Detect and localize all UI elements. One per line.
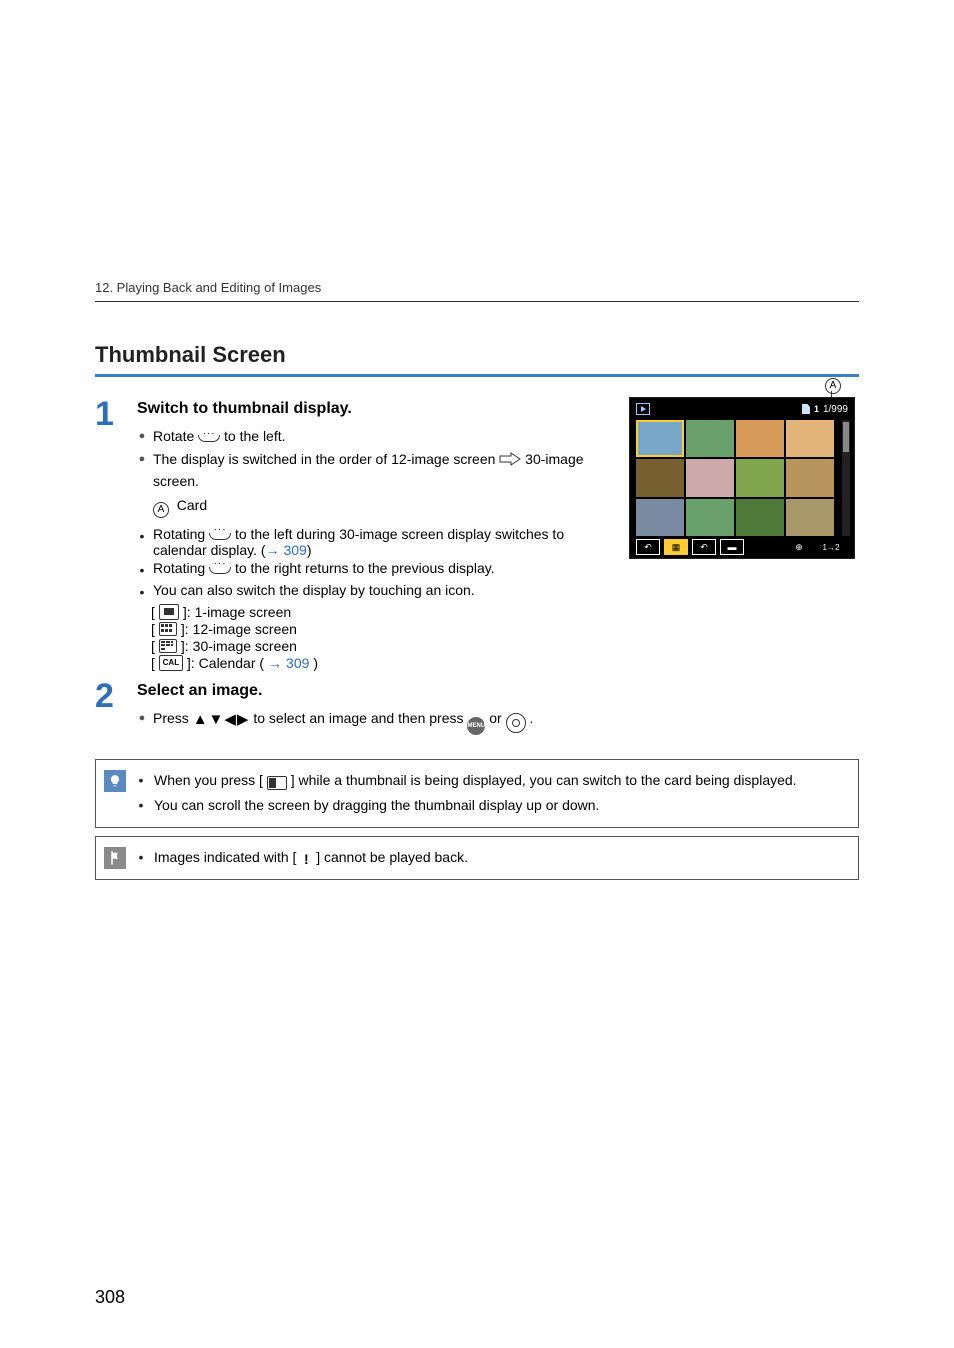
section-title: Thumbnail Screen	[95, 342, 859, 377]
icon-label: 1-image screen	[195, 604, 292, 620]
bullet-icon	[137, 708, 147, 735]
card-slot-switch-icon	[267, 776, 287, 790]
text-fragment: )	[307, 542, 312, 558]
step-number-1: 1	[95, 397, 119, 520]
icon-1-image-row: []: 1-image screen	[151, 604, 611, 620]
text-fragment: Rotating	[153, 526, 209, 542]
return-icon: ↶	[636, 539, 660, 555]
playback-mode-icon	[636, 403, 650, 415]
link-page-309[interactable]: 309	[283, 542, 306, 558]
bullet-icon	[136, 795, 146, 817]
link-page-309[interactable]: 309	[286, 655, 309, 671]
text-fragment: to the right returns to the previous dis…	[235, 560, 495, 576]
icon-label: 30-image screen	[193, 638, 297, 654]
caution-note-box: Images indicated with [ ] cannot be play…	[95, 836, 859, 880]
arrow-right-outline-icon	[499, 451, 521, 465]
callout-marker-a: A	[825, 375, 841, 394]
bullet-icon	[137, 560, 147, 580]
step-1: 1 Switch to thumbnail display. Rotate to…	[95, 397, 611, 520]
step1-note-calendar: Rotating to the left during 30-image scr…	[153, 526, 611, 558]
bullet-icon	[137, 449, 147, 492]
menu-set-button-icon: MENU	[467, 717, 485, 735]
sd-card-icon	[802, 404, 810, 414]
chapter-heading: 12. Playing Back and Editing of Images	[95, 280, 859, 302]
marker-a-icon: A	[153, 502, 169, 518]
text-fragment: ] while a thumbnail is being displayed, …	[291, 772, 797, 788]
text-fragment: Rotate	[153, 428, 198, 444]
counter-text: 1/999	[823, 404, 848, 415]
step1-rotate-text: Rotate to the left.	[153, 426, 286, 448]
camera-lcd-illustration: 1 1/999 ↶ ▦ ↶ ▬	[629, 397, 855, 559]
bullet-icon	[137, 426, 147, 448]
link-arrow-icon: →	[266, 542, 284, 558]
page-number: 308	[95, 1287, 125, 1308]
thumbnail-grid	[636, 420, 834, 536]
text-or: or	[489, 710, 505, 726]
tip-note-box: When you press [ ] while a thumbnail is …	[95, 759, 859, 828]
grid-view-icon: ▦	[664, 539, 688, 555]
single-view-icon: ▬	[720, 539, 744, 555]
step1-note-right: Rotating to the right returns to the pre…	[153, 560, 495, 580]
return-icon: ↶	[692, 539, 716, 555]
rear-dial-icon	[209, 530, 231, 540]
step-1-title: Switch to thumbnail display.	[137, 397, 611, 422]
text-fragment: to select an image and then press	[253, 710, 467, 726]
text-fragment: Rotating	[153, 560, 209, 576]
step-2-title: Select an image.	[137, 679, 611, 704]
text-fragment: The display is switched in the order of …	[153, 451, 499, 467]
unplayable-image-icon	[300, 853, 312, 867]
calendar-icon: CAL	[159, 655, 183, 671]
scrollbar	[842, 420, 850, 536]
card-legend: A Card	[153, 495, 207, 518]
tip-2: You can scroll the screen by dragging th…	[154, 795, 599, 817]
text-fragment: to the left.	[224, 428, 285, 444]
thirty-image-icon	[159, 639, 177, 653]
icon-12-image-row: []: 12-image screen	[151, 621, 611, 637]
lcd-bottom-toolbar: ↶ ▦ ↶ ▬ ⊕ 1→2	[636, 539, 848, 555]
text-fragment: .	[530, 710, 534, 726]
icon-calendar-row: [CAL]: Calendar (→ 309)	[151, 655, 611, 671]
bullet-icon	[137, 582, 147, 602]
image-counter: 1 1/999	[802, 404, 848, 415]
bullet-icon	[137, 526, 147, 558]
text-fragment: Calendar (	[199, 655, 264, 671]
text-fragment: Press	[153, 710, 193, 726]
note-flag-icon	[104, 847, 126, 869]
text-fragment: ] cannot be played back.	[316, 849, 468, 865]
twelve-image-icon	[159, 622, 177, 636]
tip-1: When you press [ ] while a thumbnail is …	[154, 770, 797, 792]
link-arrow-icon: →	[268, 655, 282, 671]
dpad-arrows-icon: ▲▼◀▶	[193, 708, 250, 731]
lightbulb-icon	[104, 770, 126, 792]
text-fragment: Images indicated with [	[154, 849, 296, 865]
caution-text: Images indicated with [ ] cannot be play…	[154, 847, 468, 869]
card-label-text: Card	[177, 497, 207, 513]
step1-switch-text: The display is switched in the order of …	[153, 449, 611, 492]
text-fragment: When you press [	[154, 772, 267, 788]
step1-note-touch: You can also switch the display by touch…	[153, 582, 475, 602]
rear-dial-icon	[198, 432, 220, 442]
step-2: 2 Select an image. Press ▲▼◀▶ to select …	[95, 679, 611, 737]
control-dial-button-icon	[506, 713, 526, 733]
bullet-icon	[136, 770, 146, 792]
text-fragment: )	[313, 655, 318, 671]
marker-a-icon: A	[825, 378, 841, 394]
step2-press-text: Press ▲▼◀▶ to select an image and then p…	[153, 708, 533, 735]
icon-30-image-row: []: 30-image screen	[151, 638, 611, 654]
bullet-icon	[136, 847, 146, 869]
card-switch-icon: 1→2	[814, 540, 848, 554]
one-image-icon	[159, 604, 179, 620]
rear-dial-icon	[209, 564, 231, 574]
step-number-2: 2	[95, 679, 119, 737]
icon-label: 12-image screen	[193, 621, 297, 637]
fn-icon: ⊕	[788, 540, 810, 554]
thumbnail-preview-callout: A 1 1/999	[629, 397, 859, 559]
card-slot-number: 1	[814, 404, 819, 414]
